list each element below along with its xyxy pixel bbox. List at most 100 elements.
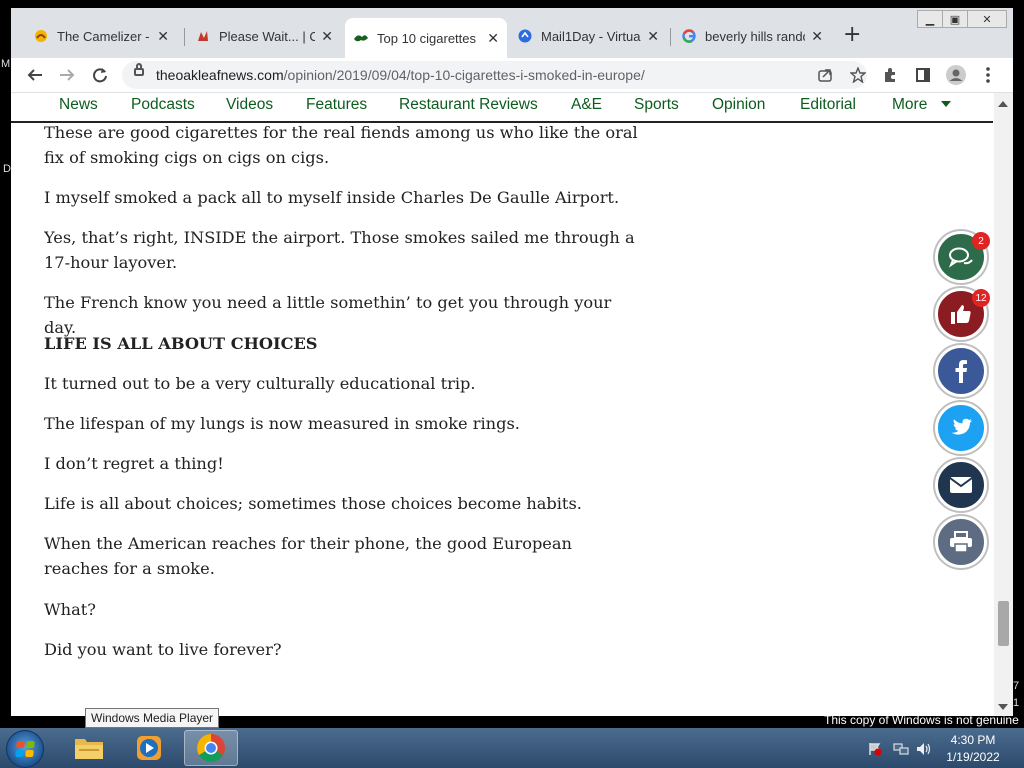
article-body: These are good cigarettes for the real f… <box>44 123 644 716</box>
side-panel-icon[interactable] <box>912 64 934 86</box>
article-paragraph: Yes, that’s right, INSIDE the airport. T… <box>44 228 635 272</box>
scroll-up-arrow-icon[interactable] <box>998 101 1008 107</box>
like-button[interactable]: 12 <box>935 288 990 340</box>
camelizer-icon <box>33 28 49 44</box>
twitter-icon <box>951 418 972 435</box>
desktop-icon-label: M <box>1 58 11 70</box>
nav-item-podcasts[interactable]: Podcasts <box>131 96 195 114</box>
close-icon[interactable]: ✕ <box>811 28 823 45</box>
chrome-icon <box>197 734 225 762</box>
tab-label: beverly hills rando <box>705 28 806 44</box>
article-paragraph: It turned out to be a very culturally ed… <box>44 374 476 393</box>
tab-label: The Camelizer - Cl <box>57 28 151 44</box>
new-tab-button[interactable]: + <box>843 24 861 46</box>
print-button[interactable] <box>935 516 987 568</box>
browser-toolbar: theoakleafnews.com/opinion/2019/09/04/to… <box>11 58 1013 93</box>
back-icon[interactable] <box>24 64 46 86</box>
cloudflare-icon <box>195 28 211 44</box>
article-paragraph: I myself smoked a pack all to myself ins… <box>44 188 620 207</box>
network-icon[interactable] <box>893 741 909 755</box>
extensions-icon[interactable] <box>879 64 901 86</box>
taskbar-explorer[interactable] <box>62 730 116 766</box>
windows-logo-icon <box>15 741 35 757</box>
comments-icon <box>948 247 973 268</box>
volume-icon[interactable] <box>916 741 931 755</box>
printer-icon <box>950 531 972 553</box>
comments-button[interactable]: 2 <box>935 231 990 283</box>
article-paragraph: Did you want to live forever? <box>44 640 282 659</box>
thumbs-up-icon <box>951 305 971 324</box>
tab-label: Top 10 cigarettes <box>377 30 477 46</box>
desktop-icon-label: D <box>3 163 11 175</box>
share-icon[interactable] <box>814 64 836 86</box>
nav-item-ae[interactable]: A&E <box>571 96 602 114</box>
article-paragraph: Life is all about choices; sometimes tho… <box>44 494 582 513</box>
article-paragraph: When the American reaches for their phon… <box>44 534 572 578</box>
nav-item-editorial[interactable]: Editorial <box>800 96 856 114</box>
folder-icon <box>75 739 103 759</box>
minimize-button[interactable]: ▁ <box>917 10 943 28</box>
google-icon <box>681 28 697 44</box>
clock-time[interactable]: 4:30 PM <box>940 733 1006 747</box>
menu-dots-icon[interactable] <box>977 64 999 86</box>
url-path: /opinion/2019/09/04/top-10-cigarettes-i-… <box>283 67 645 83</box>
maximize-button[interactable]: ▣ <box>942 10 968 28</box>
article-paragraph: I don’t regret a thing! <box>44 454 224 473</box>
email-share-button[interactable] <box>935 459 987 511</box>
desktop-icon-label: 7 <box>1013 680 1020 692</box>
close-icon[interactable]: ✕ <box>487 30 499 47</box>
article-subheading: LIFE IS ALL ABOUT CHOICES <box>44 334 318 353</box>
clock-date[interactable]: 1/19/2022 <box>940 750 1006 764</box>
envelope-icon <box>949 477 973 493</box>
oakleaf-icon <box>353 30 369 46</box>
reload-icon[interactable] <box>89 64 111 86</box>
article-paragraph: These are good cigarettes for the real f… <box>44 123 638 167</box>
url-text: theoakleafnews.com/opinion/2019/09/04/to… <box>156 67 645 83</box>
tab-camelizer[interactable]: The Camelizer - Cl ✕ <box>25 22 177 50</box>
start-button[interactable] <box>6 730 44 768</box>
taskbar-media-player[interactable] <box>122 730 176 766</box>
taskbar-chrome[interactable] <box>184 730 238 766</box>
tab-oakleaf[interactable]: Top 10 cigarettes ✕ <box>345 18 507 58</box>
tab-google[interactable]: beverly hills rando ✕ <box>673 22 831 50</box>
nav-item-news[interactable]: News <box>59 96 98 114</box>
likes-count-badge: 12 <box>972 289 990 307</box>
facebook-icon <box>955 360 967 383</box>
close-icon[interactable]: ✕ <box>321 28 333 45</box>
mail1day-icon <box>517 28 533 44</box>
nav-item-more[interactable]: More <box>892 96 927 114</box>
profile-avatar-icon[interactable] <box>945 64 967 86</box>
desktop-icon-label: 1 <box>1013 697 1020 709</box>
browser-window: The Camelizer - Cl ✕ Please Wait... | Cl… <box>11 8 1013 716</box>
tab-strip: The Camelizer - Cl ✕ Please Wait... | Cl… <box>11 8 1013 58</box>
comments-count-badge: 2 <box>972 232 990 250</box>
page-scrollbar[interactable] <box>994 93 1013 716</box>
tab-mail1day[interactable]: Mail1Day - Virtual ✕ <box>509 22 667 50</box>
taskbar: 4:30 PM 1/19/2022 <box>0 728 1024 768</box>
lock-icon[interactable] <box>134 63 144 76</box>
url-domain: theoakleafnews.com <box>156 67 284 83</box>
scroll-down-arrow-icon[interactable] <box>998 704 1008 710</box>
address-bar[interactable]: theoakleafnews.com/opinion/2019/09/04/to… <box>122 61 867 89</box>
close-icon[interactable]: ✕ <box>157 28 169 45</box>
bookmark-star-icon[interactable] <box>847 64 869 86</box>
windows-genuine-watermark: This copy of Windows is not genuine <box>824 713 1019 727</box>
nav-item-opinion[interactable]: Opinion <box>712 96 765 114</box>
close-window-button[interactable]: ✕ <box>967 10 1007 28</box>
scrollbar-thumb[interactable] <box>998 601 1009 646</box>
site-navigation: News Podcasts Videos Features Restaurant… <box>11 93 993 123</box>
nav-item-videos[interactable]: Videos <box>226 96 273 114</box>
taskbar-tooltip: Windows Media Player <box>85 708 220 728</box>
caret-down-icon[interactable] <box>941 101 951 107</box>
nav-item-features[interactable]: Features <box>306 96 367 114</box>
tab-cloudflare[interactable]: Please Wait... | Clo ✕ <box>187 22 341 50</box>
article-paragraph: What? <box>44 600 96 619</box>
twitter-share-button[interactable] <box>935 402 987 454</box>
nav-item-sports[interactable]: Sports <box>634 96 679 114</box>
tab-label: Please Wait... | Clo <box>219 28 316 44</box>
action-center-flag-icon[interactable] <box>868 741 882 756</box>
forward-icon[interactable] <box>56 64 78 86</box>
facebook-share-button[interactable] <box>935 345 987 397</box>
nav-item-restaurant-reviews[interactable]: Restaurant Reviews <box>399 96 538 114</box>
close-icon[interactable]: ✕ <box>647 28 659 45</box>
